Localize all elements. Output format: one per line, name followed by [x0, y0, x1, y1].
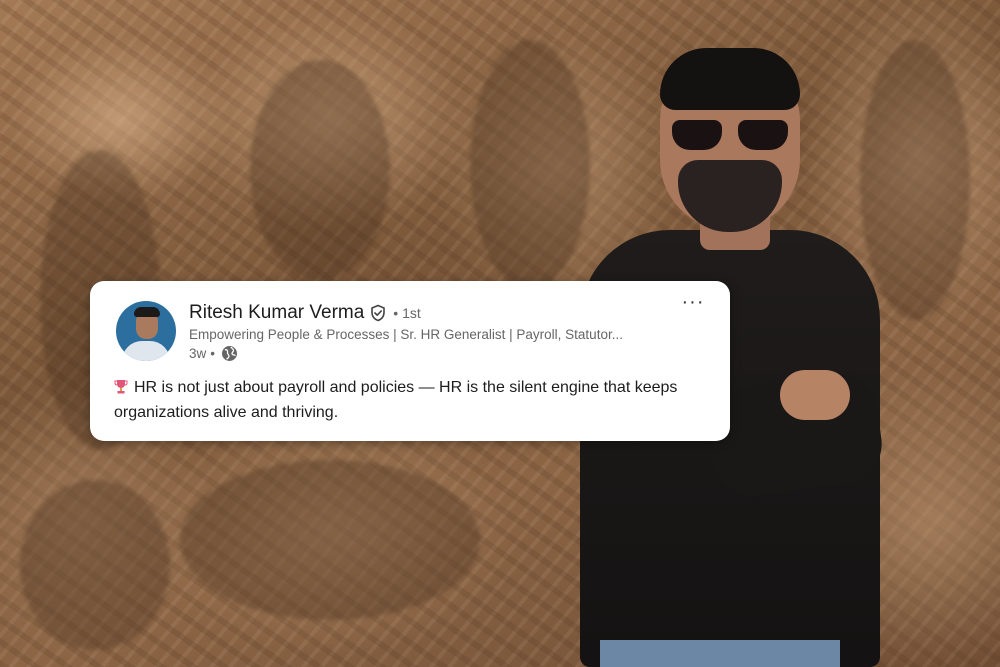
post-timestamp[interactable]: 3w — [189, 346, 206, 361]
author-name[interactable]: Ritesh Kumar Verma — [189, 302, 364, 324]
more-options-button[interactable]: ··· — [678, 292, 708, 317]
post-meta: 3w • — [189, 343, 238, 363]
connection-degree: • 1st — [393, 305, 421, 321]
globe-icon — [221, 345, 238, 362]
post-body-text: HR is not just about payroll and policie… — [114, 379, 678, 421]
verified-badge-icon — [369, 304, 387, 322]
author-headline: Empowering People & Processes | Sr. HR G… — [189, 327, 623, 342]
meta-separator: • — [210, 345, 215, 361]
post-body: HR is not just about payroll and policie… — [114, 375, 714, 425]
author-row: Ritesh Kumar Verma • 1st — [189, 301, 421, 325]
post-card: Ritesh Kumar Verma • 1st Empowering Peop… — [90, 281, 730, 441]
trophy-icon — [114, 377, 128, 394]
avatar[interactable] — [116, 301, 176, 361]
sunglasses — [672, 120, 788, 152]
